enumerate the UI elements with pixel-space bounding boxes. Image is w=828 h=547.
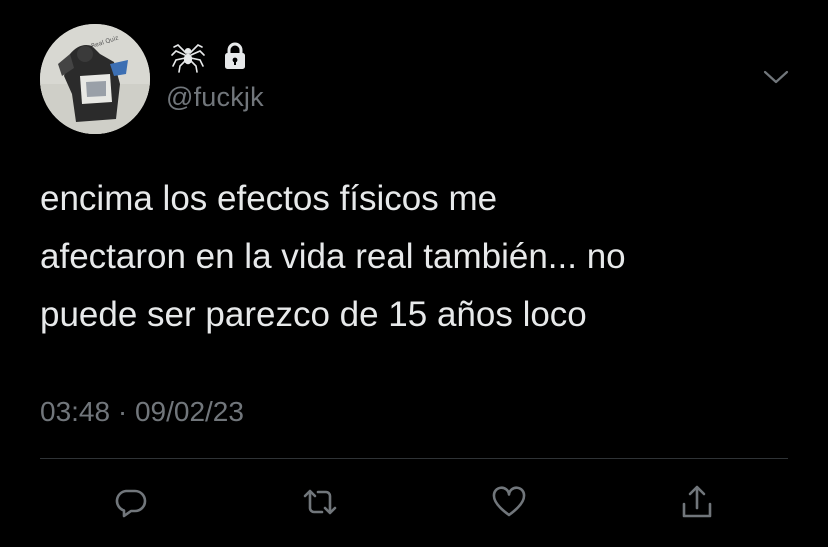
reply-button[interactable]	[109, 482, 153, 526]
retweet-button[interactable]	[298, 482, 342, 526]
retweet-icon	[300, 484, 340, 525]
lock-icon	[222, 41, 248, 76]
display-name-row	[170, 40, 248, 76]
action-bar	[0, 482, 828, 526]
user-handle[interactable]: @fuckjk	[166, 82, 264, 113]
tweet-text: encima los efectos físicos me afectaron …	[40, 179, 626, 334]
chevron-down-icon[interactable]	[762, 66, 790, 88]
tweet-timestamp[interactable]: 03:48 · 09/02/23	[40, 396, 244, 428]
reply-icon	[113, 484, 149, 525]
like-button[interactable]	[487, 482, 531, 526]
avatar[interactable]: Real Quiz	[40, 24, 150, 134]
share-icon	[678, 483, 716, 526]
divider	[40, 458, 788, 459]
like-icon	[490, 484, 528, 525]
share-button[interactable]	[675, 482, 719, 526]
spider-icon	[170, 39, 206, 78]
